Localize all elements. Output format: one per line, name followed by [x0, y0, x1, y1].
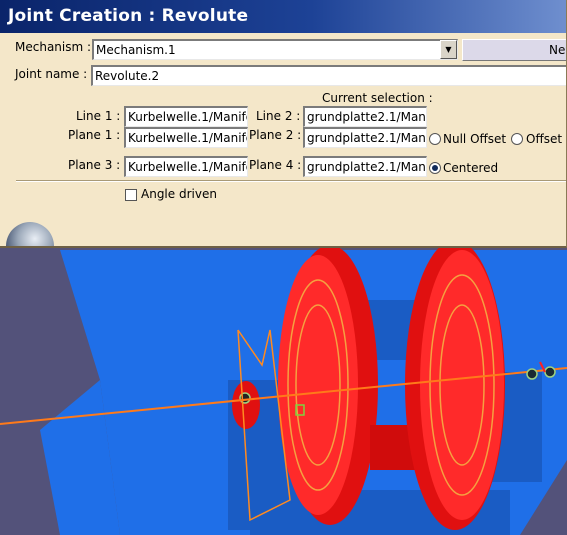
- null-offset-radio[interactable]: [429, 133, 441, 145]
- plane2-label: Plane 2 :: [249, 128, 302, 142]
- plane1-label: Plane 1 :: [68, 128, 121, 142]
- line1-field[interactable]: Kurbelwelle.1/Manifold: [124, 106, 248, 127]
- angle-driven-label: Angle driven: [141, 187, 217, 201]
- line1-label: Line 1 :: [76, 109, 121, 123]
- offset-label: Offset =: [526, 132, 566, 146]
- compass-globe-icon: [6, 222, 54, 246]
- plane3-field[interactable]: Kurbelwelle.1/Manifold: [124, 156, 248, 177]
- line2-label: Line 2 :: [256, 109, 301, 123]
- plane4-label: Plane 4 :: [249, 158, 302, 172]
- chevron-down-icon[interactable]: ▼: [440, 40, 457, 59]
- line2-field[interactable]: grundplatte2.1/Manifold: [303, 106, 427, 127]
- joint-name-label: Joint name :: [15, 67, 88, 81]
- current-selection-label: Current selection :: [322, 91, 433, 105]
- angle-driven-checkbox[interactable]: [125, 189, 137, 201]
- plane2-field[interactable]: grundplatte2.1/Manifold: [303, 127, 427, 148]
- separator: [16, 180, 566, 182]
- centered-label: Centered: [443, 161, 499, 175]
- joint-name-input[interactable]: Revolute.2: [91, 65, 566, 86]
- plane4-field[interactable]: grundplatte2.1/Manifold: [303, 156, 427, 177]
- new-mechanism-button[interactable]: New: [462, 39, 566, 61]
- mechanism-combo[interactable]: Mechanism.1: [92, 39, 458, 60]
- centered-radio[interactable]: [429, 162, 441, 174]
- plane1-field[interactable]: Kurbelwelle.1/Manifold: [124, 127, 248, 148]
- shaft-end-hub: [232, 381, 260, 429]
- plane3-label: Plane 3 :: [68, 158, 121, 172]
- mechanism-label: Mechanism :: [15, 40, 92, 54]
- null-offset-label: Null Offset: [443, 132, 507, 146]
- offset-radio[interactable]: [511, 133, 523, 145]
- joint-creation-dialog: Joint Creation : Revolute Mechanism : Me…: [0, 0, 567, 248]
- dialog-title[interactable]: Joint Creation : Revolute: [0, 0, 566, 33]
